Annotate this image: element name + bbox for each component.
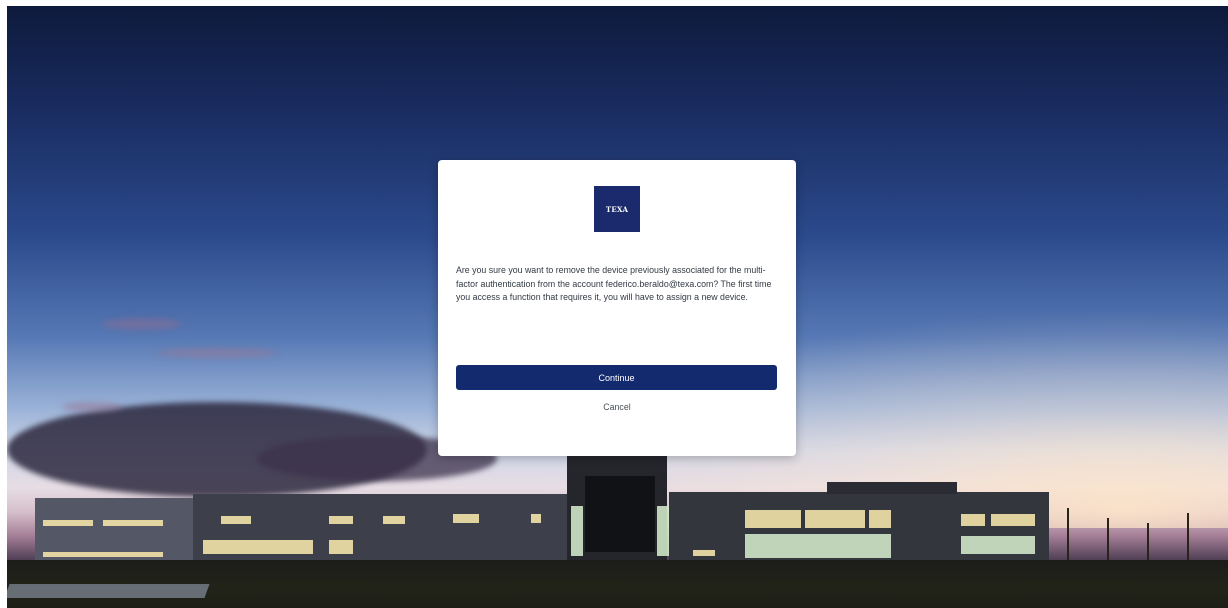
window-lights xyxy=(453,514,479,523)
cloud xyxy=(62,402,122,412)
window-lights xyxy=(383,516,405,524)
window-lights xyxy=(657,506,669,556)
texa-logo-icon: TEXA xyxy=(594,186,640,232)
tree xyxy=(1067,508,1069,568)
cancel-link[interactable]: Cancel xyxy=(438,402,796,412)
window-lights xyxy=(805,510,865,528)
window-lights xyxy=(43,552,163,557)
window-lights xyxy=(329,540,353,554)
window-lights xyxy=(961,536,1035,554)
remove-device-dialog: TEXA Are you sure you want to remove the… xyxy=(438,160,796,456)
building-tower-panel xyxy=(585,476,655,552)
building-roof xyxy=(827,482,957,494)
window-lights xyxy=(531,514,541,523)
window-lights xyxy=(203,540,313,554)
walkway xyxy=(7,584,210,598)
window-lights xyxy=(221,516,251,524)
continue-button[interactable]: Continue xyxy=(456,365,777,390)
logo-text: TEXA xyxy=(605,204,629,214)
window-lights xyxy=(43,520,93,526)
cloud xyxy=(157,348,277,358)
cloud xyxy=(102,318,182,330)
window-lights xyxy=(991,514,1035,526)
window-lights xyxy=(103,520,163,526)
window-lights xyxy=(745,534,891,558)
window-lights xyxy=(329,516,353,524)
window-lights xyxy=(869,510,891,528)
confirmation-message: Are you sure you want to remove the devi… xyxy=(456,265,772,303)
window-lights xyxy=(571,506,583,556)
window-lights xyxy=(693,550,715,556)
window-lights xyxy=(745,510,801,528)
window-lights xyxy=(961,514,985,526)
